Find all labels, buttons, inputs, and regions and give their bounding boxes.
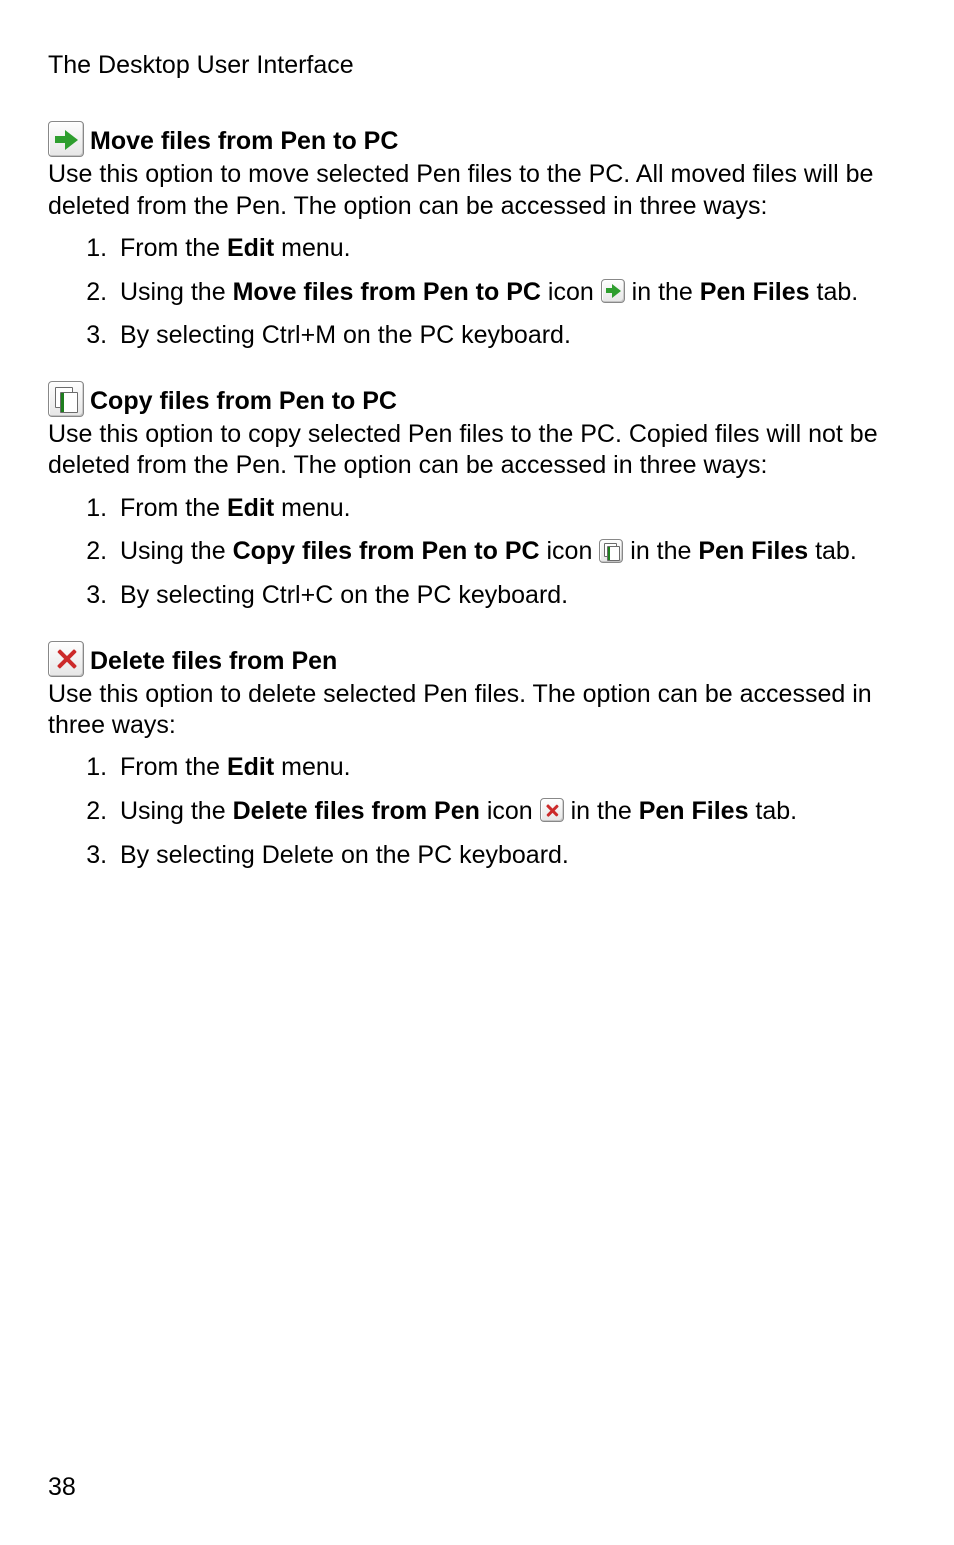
section-move-desc: Use this option to move selected Pen fil…	[48, 159, 906, 222]
text: From the	[120, 494, 227, 522]
section-copy-desc: Use this option to copy selected Pen fil…	[48, 419, 906, 482]
section-copy: Copy files from Pen to PC Use this optio…	[48, 381, 906, 613]
list-item: By selecting Ctrl+M on the PC keyboard.	[114, 319, 906, 353]
section-copy-list: From the Edit menu. Using the Copy files…	[48, 492, 906, 613]
text: menu.	[274, 234, 350, 262]
section-delete-title-line: Delete files from Pen	[48, 641, 906, 677]
pen-files-tab-ref: Pen Files	[700, 278, 810, 306]
list-item: Using the Delete files from Pen icon in …	[114, 795, 906, 829]
list-item: By selecting Ctrl+C on the PC keyboard.	[114, 579, 906, 613]
text: From the	[120, 234, 227, 262]
text: menu.	[274, 494, 350, 522]
text: tab.	[748, 797, 797, 825]
section-copy-title: Copy files from Pen to PC	[90, 386, 397, 417]
page-header: The Desktop User Interface	[48, 50, 906, 81]
delete-large-icon	[48, 641, 84, 677]
list-item: From the Edit menu.	[114, 492, 906, 526]
text: in the	[625, 278, 700, 306]
copy-action-ref: Copy files from Pen to PC	[233, 537, 540, 565]
section-move-title: Move files from Pen to PC	[90, 126, 398, 157]
edit-menu-ref: Edit	[227, 234, 274, 262]
section-delete-title: Delete files from Pen	[90, 646, 337, 677]
text: From the	[120, 753, 227, 781]
text: tab.	[808, 537, 857, 565]
pen-files-tab-ref: Pen Files	[698, 537, 808, 565]
text: By selecting Ctrl+M on the PC keyboard.	[120, 321, 571, 349]
text: icon	[540, 537, 600, 565]
text: Using the	[120, 278, 233, 306]
text: icon	[480, 797, 540, 825]
text: in the	[564, 797, 639, 825]
text: icon	[541, 278, 601, 306]
text: Using the	[120, 537, 233, 565]
list-item: From the Edit menu.	[114, 232, 906, 266]
move-action-ref: Move files from Pen to PC	[233, 278, 541, 306]
edit-menu-ref: Edit	[227, 753, 274, 781]
text: menu.	[274, 753, 350, 781]
section-delete-list: From the Edit menu. Using the Delete fil…	[48, 751, 906, 872]
page-number: 38	[48, 1472, 76, 1503]
list-item: Using the Copy files from Pen to PC icon…	[114, 535, 906, 569]
section-move-list: From the Edit menu. Using the Move files…	[48, 232, 906, 353]
delete-action-ref: Delete files from Pen	[233, 797, 480, 825]
copy-small-icon	[599, 539, 623, 563]
list-item: Using the Move files from Pen to PC icon…	[114, 276, 906, 310]
document-page: The Desktop User Interface Move files fr…	[0, 0, 954, 1545]
edit-menu-ref: Edit	[227, 494, 274, 522]
text: Using the	[120, 797, 233, 825]
section-copy-title-line: Copy files from Pen to PC	[48, 381, 906, 417]
move-small-icon	[601, 279, 625, 303]
section-delete-desc: Use this option to delete selected Pen f…	[48, 679, 906, 742]
delete-small-icon	[540, 798, 564, 822]
pen-files-tab-ref: Pen Files	[639, 797, 749, 825]
text: By selecting Delete on the PC keyboard.	[120, 841, 569, 869]
list-item: By selecting Delete on the PC keyboard.	[114, 839, 906, 873]
move-large-icon	[48, 121, 84, 157]
section-delete: Delete files from Pen Use this option to…	[48, 641, 906, 873]
text: tab.	[810, 278, 859, 306]
copy-large-icon	[48, 381, 84, 417]
text: By selecting Ctrl+C on the PC keyboard.	[120, 581, 568, 609]
section-move-title-line: Move files from Pen to PC	[48, 121, 906, 157]
section-move: Move files from Pen to PC Use this optio…	[48, 121, 906, 353]
list-item: From the Edit menu.	[114, 751, 906, 785]
text: in the	[623, 537, 698, 565]
